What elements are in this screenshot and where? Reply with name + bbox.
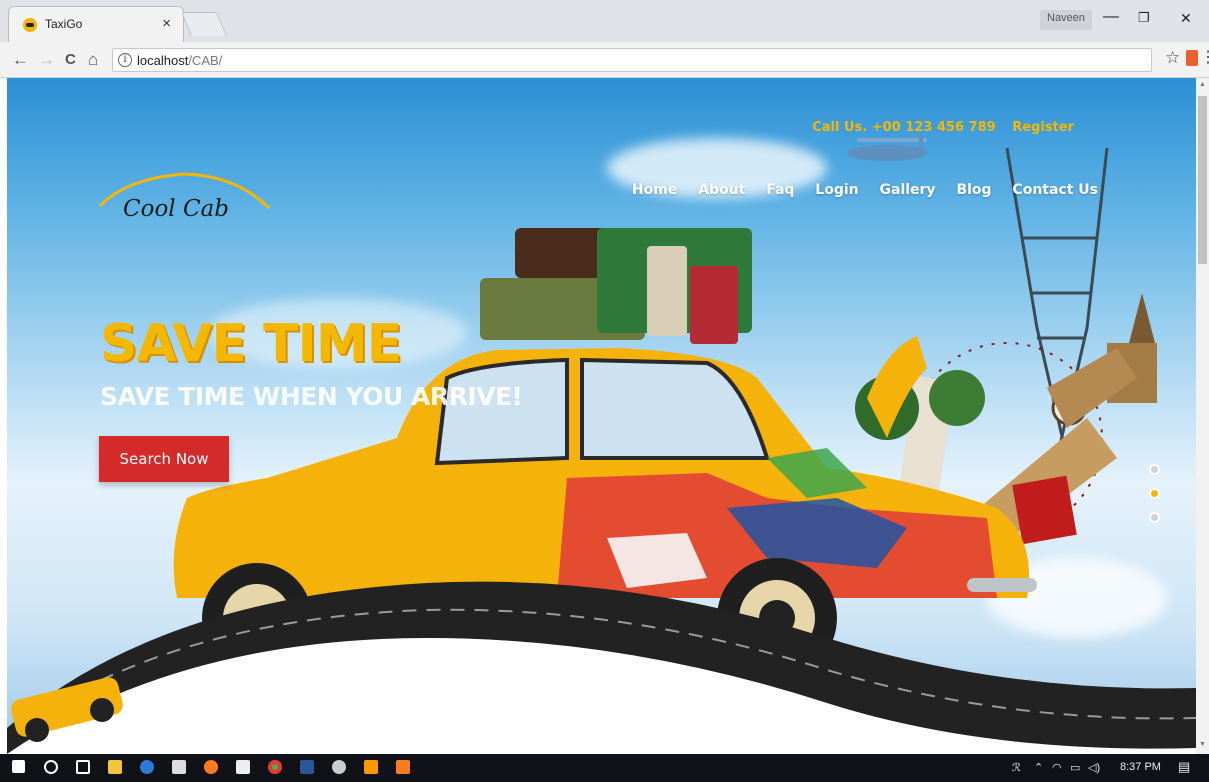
- file-explorer-icon[interactable]: [108, 760, 122, 774]
- slider-dots: [1149, 464, 1160, 536]
- topbar-contact: Call Us. +00 123 456 789 Register: [800, 120, 1074, 135]
- browser-tab[interactable]: TaxiGo ×: [8, 6, 184, 42]
- nav-about[interactable]: About: [698, 182, 745, 198]
- browser-menu-icon[interactable]: ⋮: [1200, 47, 1209, 67]
- url-text: localhost/CAB/: [137, 53, 223, 68]
- register-link[interactable]: Register: [1012, 120, 1074, 135]
- bookmark-star-icon[interactable]: ☆: [1165, 48, 1180, 68]
- windows-start-icon[interactable]: [12, 760, 25, 773]
- forward-icon[interactable]: →: [38, 50, 55, 70]
- close-window-icon[interactable]: ✕: [1180, 10, 1192, 27]
- nav-faq[interactable]: Faq: [766, 182, 794, 198]
- slider-dot-1[interactable]: [1149, 464, 1160, 475]
- luggage-stack: [480, 228, 752, 344]
- nav-contact-us[interactable]: Contact Us: [1012, 182, 1098, 198]
- call-us-text: Call Us. +00 123 456 789: [812, 120, 996, 135]
- scroll-down-arrow-icon[interactable]: ▼: [1199, 741, 1206, 748]
- hero-subtitle: SAVE TIME WHEN YOU ARRIVE!: [100, 382, 523, 411]
- tab-close-icon[interactable]: ×: [162, 15, 171, 32]
- page-scrollbar[interactable]: ▲ ▼: [1196, 78, 1209, 754]
- site-logo[interactable]: Cool Cab: [95, 174, 270, 236]
- task-view-icon[interactable]: [76, 760, 90, 774]
- chevron-up-icon[interactable]: ⌃: [1034, 761, 1043, 774]
- nav-blog[interactable]: Blog: [956, 182, 991, 198]
- word-icon[interactable]: [300, 760, 314, 774]
- main-nav: Home About Faq Login Gallery Blog Contac…: [616, 182, 1098, 198]
- phone-booth: [1012, 475, 1077, 545]
- edge-icon[interactable]: [140, 760, 154, 774]
- firefox-icon[interactable]: [204, 760, 218, 774]
- action-center-icon[interactable]: ▤: [1178, 759, 1190, 775]
- back-icon[interactable]: ←: [12, 50, 29, 70]
- restore-icon[interactable]: ❐: [1138, 10, 1150, 26]
- windows-taskbar: ℛ ⌃ ◠ ▭ ◁) 8:37 PM ▤: [0, 754, 1209, 782]
- xampp-icon[interactable]: [396, 760, 410, 774]
- page-viewport: Call Us. +00 123 456 789 Register Cool C…: [7, 78, 1196, 754]
- clock-time[interactable]: 8:37 PM: [1120, 761, 1161, 773]
- nav-login[interactable]: Login: [815, 182, 858, 198]
- hero-title: SAVE TIME: [100, 314, 402, 374]
- slider-dot-3[interactable]: [1149, 512, 1160, 523]
- logo-text: Cool Cab: [123, 196, 229, 222]
- store-icon[interactable]: [172, 760, 186, 774]
- cortana-icon[interactable]: [44, 760, 58, 774]
- minimize-icon[interactable]: —: [1103, 8, 1119, 26]
- new-tab-button[interactable]: [181, 12, 227, 36]
- taxi-favicon-icon: [23, 18, 37, 32]
- wifi-icon[interactable]: ◠: [1052, 761, 1062, 774]
- extension-icon[interactable]: [1186, 50, 1198, 66]
- tab-strip: TaxiGo × Naveen — ❐ ✕: [0, 0, 1209, 42]
- settings-icon[interactable]: [332, 760, 346, 774]
- mail-icon[interactable]: [236, 760, 250, 774]
- scroll-up-arrow-icon[interactable]: ▲: [1199, 81, 1206, 88]
- browser-toolbar: ← → C ⌂ i localhost/CAB/ ☆ ⋮: [0, 42, 1209, 78]
- airplane-icon: [847, 136, 927, 161]
- profile-button[interactable]: Naveen: [1040, 10, 1092, 30]
- sublime-icon[interactable]: [364, 760, 378, 774]
- slider-dot-2[interactable]: [1149, 488, 1160, 499]
- chrome-icon[interactable]: [268, 760, 282, 774]
- people-icon[interactable]: ℛ: [1012, 761, 1021, 774]
- nav-home[interactable]: Home: [632, 182, 677, 198]
- home-icon[interactable]: ⌂: [88, 50, 98, 70]
- search-now-button[interactable]: Search Now: [99, 436, 229, 482]
- reload-icon[interactable]: C: [65, 51, 76, 68]
- address-bar[interactable]: i localhost/CAB/: [112, 48, 1152, 72]
- site-info-icon[interactable]: i: [118, 53, 132, 67]
- scrollbar-thumb[interactable]: [1198, 96, 1207, 264]
- keyboard-icon[interactable]: ▭: [1070, 761, 1080, 774]
- volume-icon[interactable]: ◁): [1088, 761, 1100, 774]
- tab-title: TaxiGo: [45, 17, 83, 31]
- nav-gallery[interactable]: Gallery: [880, 182, 936, 198]
